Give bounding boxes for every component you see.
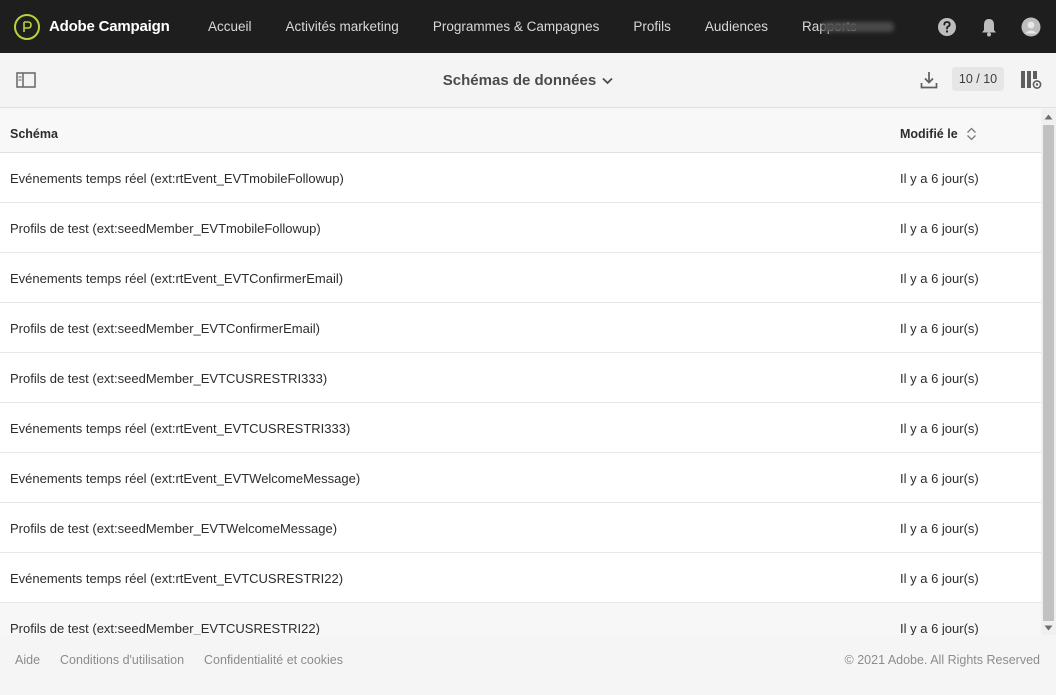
- column-header-schema[interactable]: Schéma: [10, 127, 58, 141]
- footer-links: Aide Conditions d'utilisation Confidenti…: [15, 653, 363, 667]
- sort-icon[interactable]: [966, 127, 977, 141]
- cell-modified: Il y a 6 jour(s): [900, 271, 979, 286]
- user-avatar-icon[interactable]: [1020, 16, 1042, 38]
- table-row[interactable]: Evénements temps réel (ext:rtEvent_EVTCo…: [0, 253, 1041, 303]
- cell-modified: Il y a 6 jour(s): [900, 371, 979, 386]
- view-title: Schémas de données: [442, 72, 597, 89]
- table-row[interactable]: Profils de test (ext:seedMember_EVTCUSRE…: [0, 353, 1041, 403]
- cell-schema: Profils de test (ext:seedMember_EVTCUSRE…: [10, 621, 320, 635]
- view-title-wrap: Schémas de données: [0, 72, 1056, 89]
- footer-link-confidentialite[interactable]: Confidentialité et cookies: [204, 653, 343, 667]
- copyright: © 2021 Adobe. All Rights Reserved: [844, 653, 1040, 667]
- nav-item-activites-marketing[interactable]: Activités marketing: [286, 19, 399, 34]
- nav-item-programmes-campagnes[interactable]: Programmes & Campagnes: [433, 19, 600, 34]
- column-header-schema-label: Schéma: [10, 127, 58, 141]
- nav-item-accueil[interactable]: Accueil: [208, 19, 252, 34]
- table-row[interactable]: Profils de test (ext:seedMember_EVTWelco…: [0, 503, 1041, 553]
- cell-modified: Il y a 6 jour(s): [900, 171, 979, 186]
- footer-link-aide[interactable]: Aide: [15, 653, 40, 667]
- table-row[interactable]: Evénements temps réel (ext:rtEvent_EVTWe…: [0, 453, 1041, 503]
- table-header: Schéma Modifié le: [0, 109, 1041, 153]
- cell-schema: Profils de test (ext:seedMember_EVTWelco…: [10, 521, 338, 536]
- record-count-badge: 10 / 10: [952, 67, 1004, 91]
- main-nav: Accueil Activités marketing Programmes &…: [208, 19, 891, 34]
- cell-schema: Profils de test (ext:seedMember_EVTmobil…: [10, 221, 321, 236]
- column-settings-icon[interactable]: [1019, 69, 1043, 91]
- page-footer: Aide Conditions d'utilisation Confidenti…: [0, 635, 1056, 695]
- cell-modified: Il y a 6 jour(s): [900, 471, 979, 486]
- top-right-controls: [822, 0, 1042, 53]
- cell-schema: Evénements temps réel (ext:rtEvent_EVTCU…: [10, 421, 351, 436]
- adobe-campaign-logo-icon: [14, 13, 40, 40]
- top-navigation-bar: Adobe Campaign Accueil Activités marketi…: [0, 0, 1056, 53]
- cell-schema: Evénements temps réel (ext:rtEvent_EVTmo…: [10, 171, 344, 186]
- cell-modified: Il y a 6 jour(s): [900, 421, 979, 436]
- scroll-down-arrow-icon[interactable]: [1044, 623, 1053, 632]
- table-row[interactable]: Evénements temps réel (ext:rtEvent_EVTCU…: [0, 403, 1041, 453]
- footer-link-conditions[interactable]: Conditions d'utilisation: [60, 653, 184, 667]
- scroll-up-arrow-icon[interactable]: [1044, 112, 1053, 121]
- view-title-dropdown[interactable]: Schémas de données: [443, 72, 613, 89]
- table-row[interactable]: Evénements temps réel (ext:rtEvent_EVTmo…: [0, 153, 1041, 203]
- cell-modified: Il y a 6 jour(s): [900, 321, 979, 336]
- table-row[interactable]: Profils de test (ext:seedMember_EVTmobil…: [0, 203, 1041, 253]
- table-row[interactable]: Profils de test (ext:seedMember_EVTConfi…: [0, 303, 1041, 353]
- column-header-modified[interactable]: Modifié le: [900, 127, 977, 141]
- chevron-down-icon: [602, 77, 613, 84]
- cell-modified: Il y a 6 jour(s): [900, 621, 979, 635]
- nav-item-audiences[interactable]: Audiences: [705, 19, 768, 34]
- cell-schema: Profils de test (ext:seedMember_EVTCUSRE…: [10, 371, 328, 386]
- column-header-modified-label: Modifié le: [900, 127, 958, 141]
- cell-modified: Il y a 6 jour(s): [900, 571, 979, 586]
- bell-icon[interactable]: [978, 16, 1000, 38]
- brand[interactable]: Adobe Campaign: [14, 13, 194, 40]
- table-row[interactable]: Evénements temps réel (ext:rtEvent_EVTCU…: [0, 553, 1041, 603]
- cell-schema: Evénements temps réel (ext:rtEvent_EVTCo…: [10, 271, 344, 286]
- view-toolbar: Schémas de données: [0, 53, 1056, 108]
- cell-schema: Profils de test (ext:seedMember_EVTConfi…: [10, 321, 320, 336]
- help-icon[interactable]: [936, 16, 958, 38]
- cell-modified: Il y a 6 jour(s): [900, 221, 979, 236]
- cell-modified: Il y a 6 jour(s): [900, 521, 979, 536]
- brand-name: Adobe Campaign: [49, 18, 170, 35]
- table-row[interactable]: Profils de test (ext:seedMember_EVTCUSRE…: [0, 603, 1041, 635]
- account-name-blurred[interactable]: [822, 21, 894, 32]
- cell-schema: Evénements temps réel (ext:rtEvent_EVTWe…: [10, 471, 361, 486]
- scrollbar-thumb[interactable]: [1043, 125, 1054, 621]
- nav-item-profils[interactable]: Profils: [633, 19, 671, 34]
- table-scrollbar[interactable]: [1041, 109, 1056, 635]
- download-icon[interactable]: [918, 69, 940, 91]
- schemas-table: Schéma Modifié le Evénements temps réel …: [0, 109, 1056, 635]
- cell-schema: Evénements temps réel (ext:rtEvent_EVTCU…: [10, 571, 344, 586]
